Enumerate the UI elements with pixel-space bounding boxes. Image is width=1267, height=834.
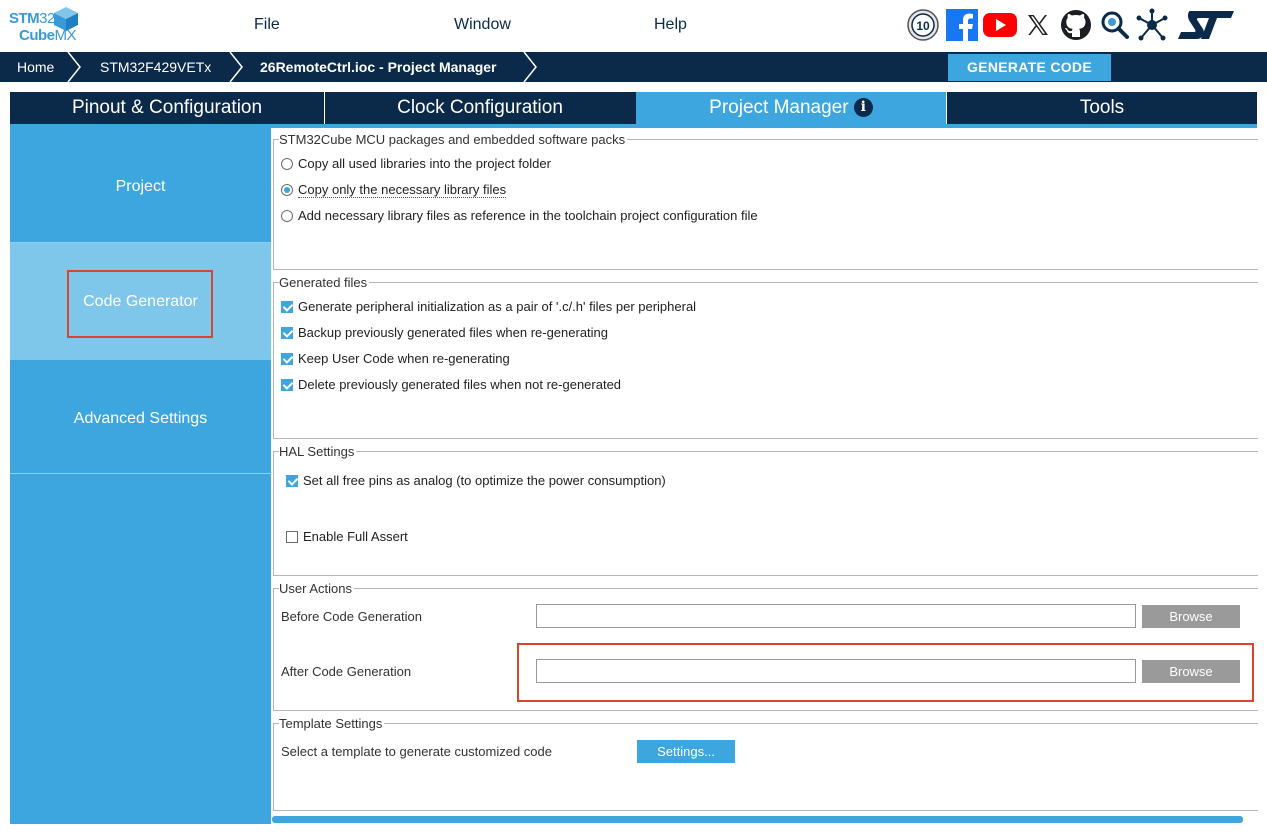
sidebar: Project Code Generator Advanced Settings	[10, 128, 271, 824]
chevron-right-icon	[229, 52, 243, 82]
before-code-generation-label: Before Code Generation	[281, 609, 422, 624]
after-code-generation-label: After Code Generation	[281, 664, 412, 679]
community-search-icon[interactable]	[1098, 8, 1132, 42]
radio-button[interactable]	[281, 158, 293, 170]
youtube-icon[interactable]	[983, 8, 1017, 42]
checkbox-label: Generate peripheral initialization as a …	[298, 299, 697, 314]
radio-button-selected[interactable]	[281, 184, 293, 196]
checkbox-label: Delete previously generated files when n…	[298, 377, 622, 392]
x-twitter-icon[interactable]	[1021, 8, 1055, 42]
main-tabs: Pinout & Configuration Clock Configurati…	[10, 92, 1257, 128]
packages-group-title: STM32Cube MCU packages and embedded soft…	[279, 132, 628, 147]
bottom-strip	[10, 824, 1257, 834]
template-settings-label: Select a template to generate customized…	[281, 744, 552, 759]
breadcrumb-project[interactable]: 26RemoteCtrl.ioc - Project Manager	[260, 52, 497, 82]
radio-copy-all[interactable]: Copy all used libraries into the project…	[281, 156, 551, 171]
tab-tools[interactable]: Tools	[947, 92, 1257, 124]
checkbox-full-assert[interactable]: Enable Full Assert	[286, 529, 408, 544]
radio-copy-necessary[interactable]: Copy only the necessary library files	[281, 182, 507, 198]
radio-label: Copy all used libraries into the project…	[298, 156, 551, 171]
template-settings-group-title: Template Settings	[279, 716, 385, 731]
checkbox-keep-user-code[interactable]: Keep User Code when re-generating	[281, 351, 510, 366]
anniversary-10-icon[interactable]: 10	[906, 8, 940, 42]
template-settings-group	[273, 723, 1258, 811]
checkbox-backup-files[interactable]: Backup previously generated files when r…	[281, 325, 608, 340]
st-logo-icon[interactable]	[1176, 8, 1236, 42]
highlight-box-code-generator	[67, 270, 213, 338]
template-settings-button[interactable]: Settings...	[637, 740, 735, 763]
checkbox-label: Set all free pins as analog (to optimize…	[303, 473, 666, 488]
menu-file[interactable]: File	[254, 16, 280, 34]
checkbox-label: Keep User Code when re-generating	[298, 351, 510, 366]
checkbox-checked[interactable]	[281, 327, 293, 339]
sidebar-divider	[10, 473, 271, 474]
radio-add-reference[interactable]: Add necessary library files as reference…	[281, 208, 758, 223]
checkbox-checked[interactable]	[281, 353, 293, 365]
radio-button[interactable]	[281, 210, 293, 222]
radio-label: Copy only the necessary library files	[298, 182, 507, 198]
stm32cubemx-logo: STM32 CubeMX	[9, 6, 79, 48]
breadcrumb-mcu[interactable]: STM32F429VETx	[100, 52, 211, 82]
before-browse-button[interactable]: Browse	[1142, 605, 1240, 628]
sidebar-item-advanced-settings[interactable]: Advanced Settings	[10, 360, 271, 473]
generate-code-button[interactable]: GENERATE CODE	[948, 54, 1111, 81]
info-icon[interactable]: i	[853, 98, 873, 117]
menu-help[interactable]: Help	[654, 16, 687, 34]
tab-pinout-configuration[interactable]: Pinout & Configuration	[10, 92, 324, 124]
hal-settings-group	[273, 451, 1258, 576]
tab-clock-configuration[interactable]: Clock Configuration	[325, 92, 635, 124]
radio-label: Add necessary library files as reference…	[298, 208, 758, 223]
hal-settings-group-title: HAL Settings	[279, 444, 357, 459]
menu-window[interactable]: Window	[454, 16, 511, 34]
checkbox-delete-previous[interactable]: Delete previously generated files when n…	[281, 377, 621, 392]
checkbox-checked[interactable]	[281, 379, 293, 391]
checkbox-peripheral-init-pair[interactable]: Generate peripheral initialization as a …	[281, 299, 696, 314]
checkbox-checked[interactable]	[281, 301, 293, 313]
checkbox-unchecked[interactable]	[286, 531, 298, 543]
sidebar-item-project[interactable]: Project	[10, 128, 271, 242]
github-icon[interactable]	[1059, 8, 1093, 42]
network-icon[interactable]	[1135, 8, 1169, 42]
chevron-right-icon	[523, 52, 537, 82]
chevron-right-icon	[67, 52, 81, 82]
breadcrumb-home[interactable]: Home	[17, 52, 54, 82]
horizontal-scrollbar[interactable]	[272, 816, 1243, 823]
highlight-box-after-code-generation	[517, 643, 1254, 702]
checkbox-label: Backup previously generated files when r…	[298, 325, 609, 340]
top-bar: STM32 CubeMX File Window Help 10	[0, 0, 1267, 52]
generated-files-group-title: Generated files	[279, 275, 370, 290]
facebook-icon[interactable]	[945, 8, 979, 42]
user-actions-group-title: User Actions	[279, 581, 354, 596]
checkbox-label: Enable Full Assert	[303, 529, 408, 544]
tab-project-manager[interactable]: Project Manager i	[636, 92, 946, 124]
before-code-generation-input[interactable]	[536, 604, 1136, 628]
checkbox-free-pins-analog[interactable]: Set all free pins as analog (to optimize…	[286, 473, 666, 488]
svg-text:10: 10	[916, 19, 930, 33]
checkbox-checked[interactable]	[286, 475, 298, 487]
tab-project-manager-label: Project Manager	[709, 97, 849, 118]
